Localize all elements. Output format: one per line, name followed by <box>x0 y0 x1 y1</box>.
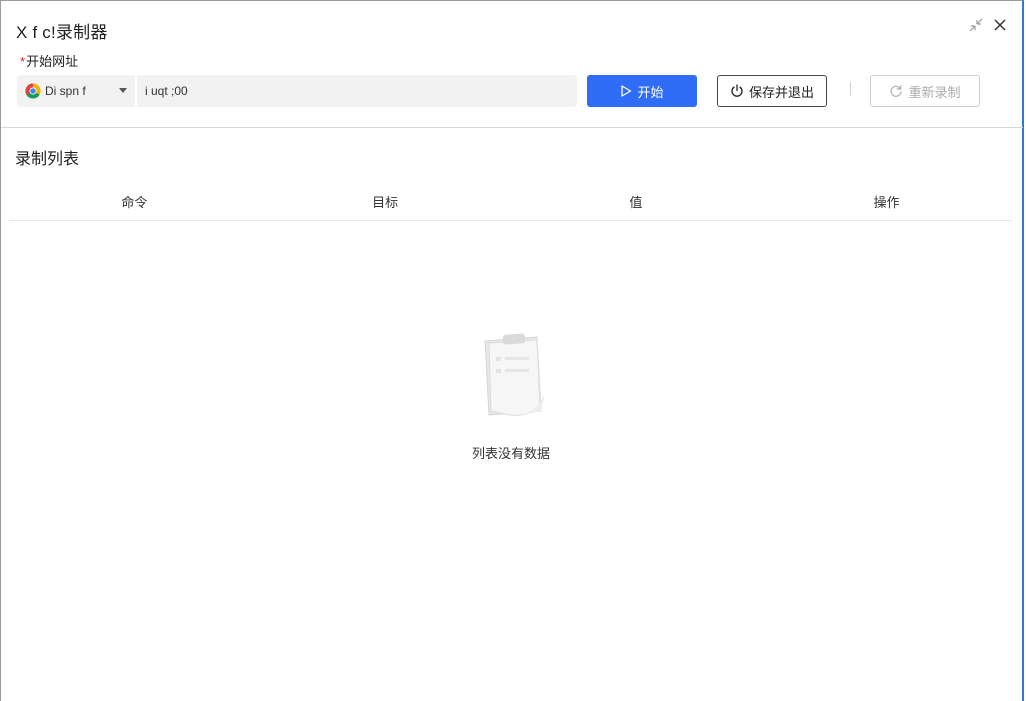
toolbar-divider <box>850 82 851 96</box>
header-divider <box>1 127 1023 128</box>
power-icon <box>731 84 743 97</box>
start-url-label-text: 开始网址 <box>26 54 79 69</box>
rerecord-button[interactable]: 重新录制 <box>870 75 980 107</box>
column-header-actions: 操作 <box>873 195 900 210</box>
column-header-value: 值 <box>629 195 643 210</box>
start-button[interactable]: 开始 <box>587 75 697 107</box>
close-icon <box>994 19 1006 31</box>
save-and-exit-button[interactable]: 保存并退出 <box>717 75 827 107</box>
play-triangle-icon <box>621 85 632 97</box>
chrome-icon <box>25 83 41 99</box>
recording-table-header: 命令 目标 值 操作 <box>9 185 1012 221</box>
close-button[interactable] <box>990 15 1010 35</box>
column-header-target: 目标 <box>372 195 399 210</box>
refresh-icon <box>890 85 903 97</box>
clipboard-empty-icon <box>484 333 545 416</box>
shrink-arrows-icon <box>969 18 983 32</box>
browser-name: Di spn f <box>45 84 86 98</box>
start-url-input[interactable] <box>137 75 577 107</box>
empty-list-text: 列表没有数据 <box>471 446 550 461</box>
save-and-exit-label: 保存并退出 <box>748 84 814 100</box>
rerecord-label: 重新录制 <box>908 84 961 100</box>
column-header-command: 命令 <box>121 195 148 210</box>
recorder-window: X f c!录制器 *开始网址 Di spn f 开始 <box>0 0 1024 701</box>
required-mark: * <box>20 54 26 69</box>
browser-select[interactable]: Di spn f <box>17 75 135 107</box>
chevron-down-icon <box>119 88 127 93</box>
start-button-label: 开始 <box>637 84 664 100</box>
start-url-label: *开始网址 <box>20 51 78 70</box>
window-title: X f c!录制器 <box>16 23 108 42</box>
shrink-button[interactable] <box>966 15 986 35</box>
recording-list-title: 录制列表 <box>15 151 80 168</box>
